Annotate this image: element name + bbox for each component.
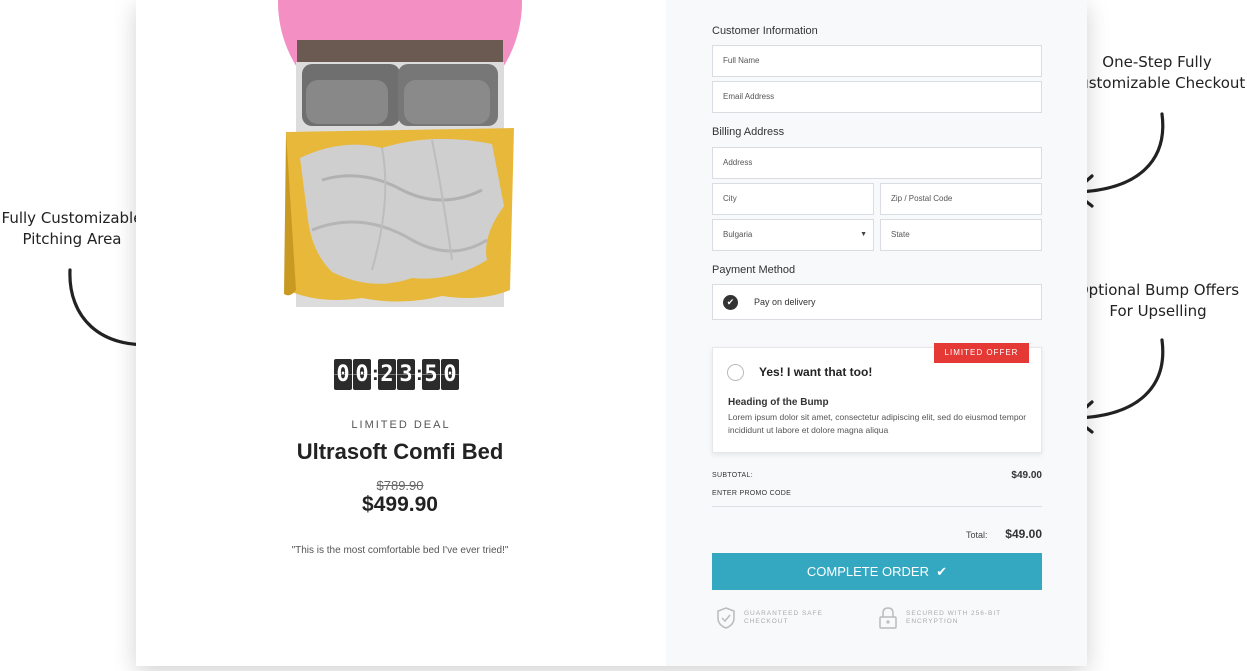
check-icon: ✔ <box>723 295 738 310</box>
shield-icon <box>717 607 735 629</box>
email-field[interactable]: Email Address <box>712 81 1042 113</box>
annotation-line: Optional Bump Offers <box>1076 281 1240 299</box>
checkout-card: 0 0 : 2 3 : 5 0 LIMITED DEAL Ultrasoft C… <box>136 0 1087 666</box>
payment-option[interactable]: ✔ Pay on delivery <box>712 284 1042 320</box>
annotation-bump: Optional Bump Offers For Upselling <box>1070 280 1246 322</box>
billing-address-title: Billing Address <box>712 126 785 138</box>
encryption-badge: SECURED WITH 256-BIT ENCRYPTION <box>878 607 1001 629</box>
annotation-pitching-area: Fully Customizable Pitching Area <box>0 208 144 250</box>
subtotal-value: $49.00 <box>1011 470 1042 481</box>
subtotal-label: SUBTOTAL: <box>712 472 753 479</box>
timer-digit: 2 <box>378 359 396 390</box>
new-price: $499.90 <box>362 493 438 516</box>
trust-line: GUARANTEED SAFE <box>744 610 823 617</box>
zip-field[interactable]: Zip / Postal Code <box>880 183 1042 215</box>
annotation-checkout: One-Step Fully Customizable Checkout <box>1064 52 1247 94</box>
bump-description: Lorem ipsum dolor sit amet, consectetur … <box>728 412 1027 435</box>
city-field[interactable]: City <box>712 183 874 215</box>
promo-code-link[interactable]: ENTER PROMO CODE <box>712 490 791 497</box>
complete-order-label: COMPLETE ORDER <box>806 564 929 579</box>
full-name-field[interactable]: Full Name <box>712 45 1042 77</box>
select-arrow-icon: ▼ <box>860 231 867 238</box>
address-field[interactable]: Address <box>712 147 1042 179</box>
state-field[interactable]: State <box>880 219 1042 251</box>
bump-checkbox[interactable] <box>727 364 744 381</box>
bump-offer: LIMITED OFFER Yes! I want that too! Head… <box>712 343 1042 453</box>
pitching-area: 0 0 : 2 3 : 5 0 LIMITED DEAL Ultrasoft C… <box>136 0 666 666</box>
divider <box>712 506 1042 507</box>
testimonial-quote: "This is the most comfortable bed I've e… <box>291 545 509 556</box>
limited-offer-badge: LIMITED OFFER <box>934 343 1029 363</box>
checkmark-icon: ✔ <box>932 564 948 579</box>
payment-option-label: Pay on delivery <box>754 297 816 307</box>
lock-icon <box>879 607 897 629</box>
trust-line: SECURED WITH 256-BIT <box>906 610 1002 617</box>
deal-label: LIMITED DEAL <box>351 419 451 431</box>
timer-digit: 0 <box>334 359 352 390</box>
checkout-form: Customer Information Full Name Email Add… <box>666 0 1087 666</box>
annotation-line: Fully Customizable <box>1 209 143 227</box>
countdown-timer: 0 0 : 2 3 : 5 0 <box>334 359 460 390</box>
trust-line: ENCRYPTION <box>906 618 959 625</box>
annotation-line: Pitching Area <box>22 230 122 248</box>
complete-order-button[interactable]: COMPLETE ORDER ✔ <box>712 553 1042 590</box>
timer-digit: 0 <box>353 359 371 390</box>
timer-digit: 0 <box>441 359 459 390</box>
country-value: Bulgaria <box>723 230 753 239</box>
safe-checkout-badge: GUARANTEED SAFE CHECKOUT <box>716 607 823 629</box>
total-value: $49.00 <box>1005 527 1042 541</box>
timer-digit: 3 <box>397 359 415 390</box>
total-label: Total: <box>966 530 988 540</box>
annotation-line: Customizable Checkout <box>1068 74 1246 92</box>
payment-method-title: Payment Method <box>712 264 796 276</box>
annotation-line: One-Step Fully <box>1102 53 1212 71</box>
bump-title[interactable]: Yes! I want that too! <box>759 365 872 379</box>
product-title: Ultrasoft Comfi Bed <box>296 439 504 464</box>
timer-digit: 5 <box>422 359 440 390</box>
trust-line: CHECKOUT <box>744 618 789 625</box>
country-select[interactable]: Bulgaria ▼ <box>712 219 874 251</box>
bump-heading: Heading of the Bump <box>728 397 829 408</box>
annotation-line: For Upselling <box>1109 302 1207 320</box>
customer-info-title: Customer Information <box>712 25 818 37</box>
old-price: $789.90 <box>376 478 424 493</box>
bed-product-image <box>284 40 514 307</box>
